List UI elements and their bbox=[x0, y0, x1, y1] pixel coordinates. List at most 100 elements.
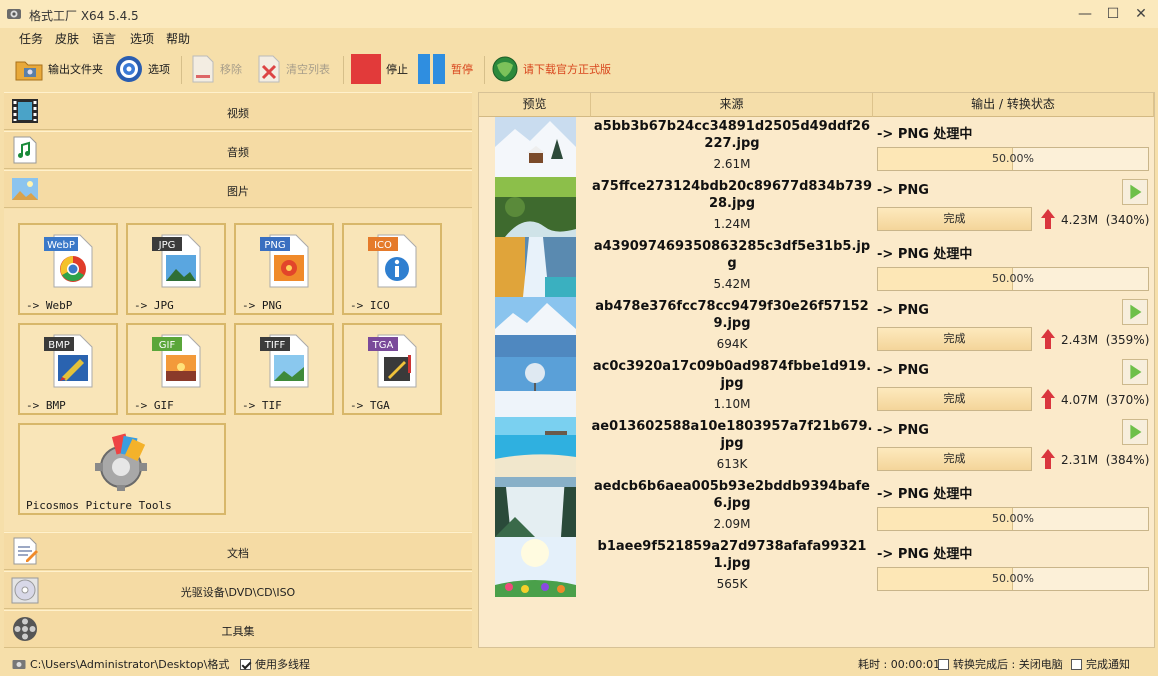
output-size: 4.23M (340%) bbox=[1061, 213, 1149, 227]
task-row[interactable]: b1aee9f521859a27d9738afafa993211.jpg 565K… bbox=[479, 537, 1154, 597]
size-ratio: (359%) bbox=[1105, 333, 1150, 347]
png-file-icon: PNG bbox=[260, 234, 309, 288]
conversion-status: -> PNG 处理中 bbox=[877, 547, 973, 562]
tool-ico[interactable]: ICO -> ICO bbox=[342, 223, 442, 315]
maximize-button[interactable]: ☐ bbox=[1100, 4, 1126, 24]
conversion-status: -> PNG bbox=[877, 423, 929, 438]
source-filename: ae013602588a10e1803957a7f21b679.jpg bbox=[591, 419, 873, 451]
multithread-checkbox[interactable]: 使用多线程 bbox=[240, 656, 310, 672]
title-bar: 格式工厂 X64 5.4.5 — ☐ ✕ bbox=[0, 0, 1158, 28]
progress-bar: 50.00% bbox=[877, 567, 1149, 591]
after-convert-checkbox[interactable]: 转换完成后 : 关闭电脑 bbox=[938, 656, 1063, 672]
task-row[interactable]: a75ffce273124bdb20c89677d834b73928.jpg 1.… bbox=[479, 177, 1154, 237]
tool-png[interactable]: PNG -> PNG bbox=[234, 223, 334, 315]
toolbar: 输出文件夹 选项 移除 清空列表 停止 暂停 请下载官方正式版 bbox=[0, 48, 1158, 90]
category-video[interactable]: 视频 bbox=[4, 92, 472, 130]
source-filesize: 5.42M bbox=[713, 277, 751, 291]
column-header-preview[interactable]: 预览 bbox=[479, 93, 591, 117]
done-button[interactable]: 完成 bbox=[877, 447, 1032, 471]
conversion-status: -> PNG bbox=[877, 183, 929, 198]
clear-list-icon bbox=[258, 55, 280, 83]
svg-text:PNG: PNG bbox=[264, 240, 285, 251]
download-official-link[interactable]: 请下载官方正式版 bbox=[491, 52, 611, 86]
conversion-status: -> PNG 处理中 bbox=[877, 247, 973, 262]
stop-icon bbox=[351, 54, 381, 84]
source-filename: a5bb3b67b24cc34891d2505d49ddf26227.jpg bbox=[593, 119, 871, 151]
play-icon[interactable] bbox=[1122, 179, 1148, 205]
app-logo-icon bbox=[7, 9, 21, 19]
done-button[interactable]: 完成 bbox=[877, 327, 1032, 351]
notify-checkbox[interactable]: 完成通知 bbox=[1071, 656, 1130, 672]
task-row[interactable]: ae013602588a10e1803957a7f21b679.jpg 613K -… bbox=[479, 417, 1154, 477]
done-button[interactable]: 完成 bbox=[877, 207, 1032, 231]
menu-options[interactable]: 选项 bbox=[130, 30, 154, 47]
pause-icon bbox=[418, 54, 445, 84]
tool-tga[interactable]: TGA -> TGA bbox=[342, 323, 442, 415]
conversion-status: -> PNG bbox=[877, 363, 929, 378]
tool-bmp[interactable]: BMP -> BMP bbox=[18, 323, 118, 415]
column-header-source[interactable]: 来源 bbox=[591, 93, 873, 117]
toolbar-separator bbox=[343, 56, 344, 84]
size-ratio: (384%) bbox=[1105, 453, 1150, 467]
menu-task[interactable]: 任务 bbox=[19, 30, 43, 47]
source-filesize: 2.09M bbox=[713, 517, 751, 531]
source-filesize: 613K bbox=[716, 457, 748, 471]
folder-icon bbox=[15, 61, 43, 81]
tool-jpg[interactable]: JPG -> JPG bbox=[126, 223, 226, 315]
source-filesize: 1.24M bbox=[713, 217, 751, 231]
play-icon[interactable] bbox=[1122, 419, 1148, 445]
tool-picosmos[interactable]: Picosmos Picture Tools bbox=[18, 423, 226, 515]
minimize-button[interactable]: — bbox=[1072, 4, 1098, 24]
menu-skin[interactable]: 皮肤 bbox=[55, 30, 79, 47]
svg-text:GIF: GIF bbox=[159, 340, 176, 351]
image-tools-grid: WebP -> WebP JPG -> JPG PNG -> PNG ICO -… bbox=[4, 209, 472, 531]
menu-help[interactable]: 帮助 bbox=[166, 30, 190, 47]
size-increase-arrow-icon bbox=[1041, 389, 1055, 409]
play-icon[interactable] bbox=[1122, 359, 1148, 385]
source-filename: aedcb6b6aea005b93e2bddb9394bafe6.jpg bbox=[593, 479, 870, 511]
window-title: 格式工厂 X64 5.4.5 bbox=[29, 9, 139, 23]
task-row[interactable]: ac0c3920a17c09b0ad9874fbbe1d919.jpg 1.10M… bbox=[479, 357, 1154, 417]
category-image[interactable]: 图片 bbox=[4, 170, 472, 208]
tool-gif[interactable]: GIF -> GIF bbox=[126, 323, 226, 415]
task-row[interactable]: ab478e376fcc78cc9479f30e26f571529.jpg 694… bbox=[479, 297, 1154, 357]
output-folder-button[interactable]: 输出文件夹 bbox=[14, 52, 103, 86]
category-document[interactable]: 文档 bbox=[4, 532, 472, 570]
category-rom-device[interactable]: 光驱设备\DVD\CD\ISO bbox=[4, 571, 472, 609]
tga-file-icon: TGA bbox=[368, 334, 417, 388]
svg-text:BMP: BMP bbox=[48, 340, 70, 351]
image-thumbnail bbox=[495, 417, 576, 477]
tool-webp[interactable]: WebP -> WebP bbox=[18, 223, 118, 315]
svg-text:JPG: JPG bbox=[158, 240, 176, 251]
done-button[interactable]: 完成 bbox=[877, 387, 1032, 411]
category-toolbox[interactable]: 工具集 bbox=[4, 610, 472, 648]
checkbox-checked-icon bbox=[240, 658, 251, 670]
svg-text:WebP: WebP bbox=[47, 240, 75, 251]
output-filesize: 4.23M bbox=[1061, 213, 1099, 227]
toolbar-separator bbox=[181, 56, 182, 84]
column-header-output[interactable]: 输出 / 转换状态 bbox=[873, 93, 1154, 117]
remove-button[interactable]: 移除 bbox=[190, 52, 242, 86]
svg-text:TGA: TGA bbox=[372, 340, 394, 351]
gif-file-icon: GIF bbox=[152, 334, 201, 388]
task-row[interactable]: a439097469350863285c3df5e31b5.jpg 5.42M ->… bbox=[479, 237, 1154, 297]
conversion-status: -> PNG 处理中 bbox=[877, 487, 973, 502]
jpg-file-icon: JPG bbox=[152, 234, 201, 288]
tool-tif[interactable]: TIFF -> TIF bbox=[234, 323, 334, 415]
output-size: 4.07M (370%) bbox=[1061, 393, 1149, 407]
play-icon[interactable] bbox=[1122, 299, 1148, 325]
task-row[interactable]: aedcb6b6aea005b93e2bddb9394bafe6.jpg 2.09… bbox=[479, 477, 1154, 537]
checkbox-unchecked-icon bbox=[1071, 658, 1082, 670]
category-audio[interactable]: 音频 bbox=[4, 131, 472, 169]
status-bar: C:\Users\Administrator\Desktop\格式 使用多线程 … bbox=[0, 650, 1158, 676]
options-button[interactable]: 选项 bbox=[114, 52, 170, 86]
stop-button[interactable]: 停止 bbox=[350, 52, 408, 86]
task-row[interactable]: a5bb3b67b24cc34891d2505d49ddf26227.jpg 2.… bbox=[479, 117, 1154, 177]
clear-list-button[interactable]: 清空列表 bbox=[256, 52, 330, 86]
image-thumbnail bbox=[495, 357, 576, 417]
menu-language[interactable]: 语言 bbox=[92, 30, 116, 47]
pause-button[interactable]: 暂停 bbox=[417, 52, 473, 86]
size-increase-arrow-icon bbox=[1041, 209, 1055, 229]
output-path[interactable]: C:\Users\Administrator\Desktop\格式 bbox=[12, 656, 229, 672]
close-button[interactable]: ✕ bbox=[1128, 4, 1154, 24]
